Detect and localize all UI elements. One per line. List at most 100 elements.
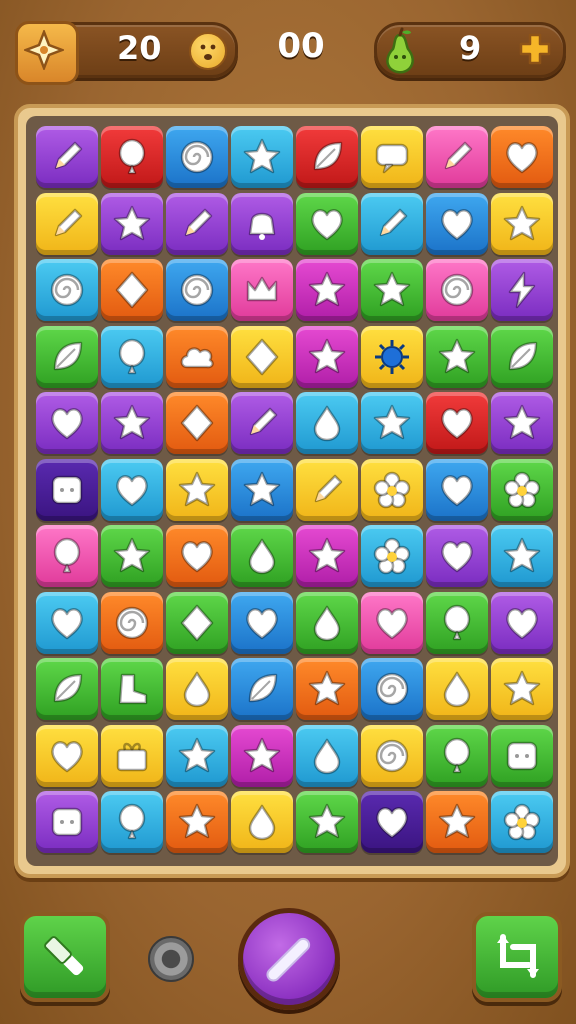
tile-yellow-star[interactable] xyxy=(491,658,553,720)
tile-magenta-star[interactable] xyxy=(296,525,358,587)
swap-tiles-button[interactable] xyxy=(472,912,562,1002)
tile-yellow-heart[interactable] xyxy=(36,724,98,787)
tile-blue-spiral[interactable] xyxy=(361,658,423,720)
tile-yellow-pencil[interactable] xyxy=(296,458,358,521)
tile-blue-heart[interactable] xyxy=(426,192,488,255)
tile-yellow-bubble[interactable] xyxy=(361,126,423,188)
tile-yellow-spiral[interactable] xyxy=(361,724,423,787)
tile-indigo-block[interactable] xyxy=(36,458,98,521)
tile-purple-star[interactable] xyxy=(491,392,553,454)
tile-red-leaf[interactable] xyxy=(296,126,358,188)
tile-red-heart[interactable] xyxy=(426,392,488,454)
tile-orange-diamond[interactable] xyxy=(101,259,163,321)
tile-green-diamond[interactable] xyxy=(166,591,228,654)
tile-cyan-flower[interactable] xyxy=(361,525,423,587)
tile-purple-star[interactable] xyxy=(101,192,163,255)
tile-cyan-drop[interactable] xyxy=(296,724,358,787)
tile-yellow-drop[interactable] xyxy=(426,658,488,720)
tile-orange-heart[interactable] xyxy=(491,126,553,188)
tile-purple-heart[interactable] xyxy=(426,525,488,587)
hammer-booster-button[interactable] xyxy=(20,912,110,1002)
tile-cyan-balloon[interactable] xyxy=(101,791,163,853)
tile-purple-star[interactable] xyxy=(101,392,163,454)
tile-green-block[interactable] xyxy=(491,724,553,787)
magic-wand-button[interactable] xyxy=(238,908,340,1010)
plus-icon[interactable] xyxy=(517,31,553,67)
tile-yellow-star[interactable] xyxy=(166,458,228,521)
tile-pink-balloon[interactable] xyxy=(36,525,98,587)
tile-blue-spiral[interactable] xyxy=(166,126,228,188)
tile-cyan-star[interactable] xyxy=(361,392,423,454)
tile-green-leaf[interactable] xyxy=(491,325,553,388)
tile-green-star[interactable] xyxy=(361,259,423,321)
tile-cyan-flower[interactable] xyxy=(491,791,553,853)
tile-cyan-drop[interactable] xyxy=(296,392,358,454)
tile-cyan-star[interactable] xyxy=(231,126,293,188)
tile-cyan-heart[interactable] xyxy=(101,458,163,521)
tile-blue-star[interactable] xyxy=(231,458,293,521)
cloud-icon xyxy=(180,346,214,368)
tile-green-flower[interactable] xyxy=(491,458,553,521)
tile-orange-star[interactable] xyxy=(426,791,488,853)
tile-purple-pencil[interactable] xyxy=(231,392,293,454)
tile-cyan-star[interactable] xyxy=(491,525,553,587)
tile-orange-star[interactable] xyxy=(166,791,228,853)
tile-cyan-spiral[interactable] xyxy=(36,259,98,321)
tile-purple-pencil[interactable] xyxy=(36,126,98,188)
tile-blue-spiral[interactable] xyxy=(166,259,228,321)
tile-yellow-diamond[interactable] xyxy=(231,325,293,388)
tile-purple-pencil[interactable] xyxy=(166,192,228,255)
star-icon xyxy=(503,670,541,706)
tile-magenta-star[interactable] xyxy=(231,724,293,787)
tile-pink-pencil[interactable] xyxy=(426,126,488,188)
tile-orange-spiral[interactable] xyxy=(101,591,163,654)
tile-blue-leaf[interactable] xyxy=(231,658,293,720)
tile-magenta-star[interactable] xyxy=(296,325,358,388)
tile-blue-heart[interactable] xyxy=(231,591,293,654)
tile-red-balloon[interactable] xyxy=(101,126,163,188)
tile-indigo-heart[interactable] xyxy=(361,791,423,853)
tile-cyan-heart[interactable] xyxy=(36,591,98,654)
tile-green-star[interactable] xyxy=(296,791,358,853)
tile-purple-bell[interactable] xyxy=(231,192,293,255)
tile-yellow-drop[interactable] xyxy=(166,658,228,720)
tile-purple-heart[interactable] xyxy=(491,591,553,654)
tile-purple-bolt[interactable] xyxy=(491,259,553,321)
heart-icon xyxy=(506,142,538,174)
tile-yellow-pencil[interactable] xyxy=(36,192,98,255)
tile-purple-block[interactable] xyxy=(36,791,98,853)
tile-orange-heart[interactable] xyxy=(166,525,228,587)
tile-green-leaf[interactable] xyxy=(36,658,98,720)
tile-green-leaf[interactable] xyxy=(36,325,98,388)
leaf-icon xyxy=(248,673,278,703)
tile-yellow-gift[interactable] xyxy=(101,724,163,787)
tile-pink-heart[interactable] xyxy=(361,591,423,654)
tile-yellow-flower[interactable] xyxy=(361,458,423,521)
tile-green-boot[interactable] xyxy=(101,658,163,720)
tile-pink-spiral[interactable] xyxy=(426,259,488,321)
star-icon xyxy=(308,670,346,706)
tile-green-balloon[interactable] xyxy=(426,724,488,787)
tile-cyan-balloon[interactable] xyxy=(101,325,163,388)
tile-purple-heart[interactable] xyxy=(36,392,98,454)
tile-green-heart[interactable] xyxy=(296,192,358,255)
tile-orange-diamond[interactable] xyxy=(166,392,228,454)
tile-yellow-drop[interactable] xyxy=(231,791,293,853)
tile-yellow-star[interactable] xyxy=(491,192,553,255)
tile-cyan-star[interactable] xyxy=(166,724,228,787)
tile-green-drop[interactable] xyxy=(296,591,358,654)
tile-yellow-sun[interactable] xyxy=(361,325,423,388)
spiral-icon xyxy=(440,273,474,307)
boot-icon xyxy=(118,673,148,705)
tile-green-drop[interactable] xyxy=(231,525,293,587)
tile-green-star[interactable] xyxy=(426,325,488,388)
tile-orange-star[interactable] xyxy=(296,658,358,720)
tile-green-balloon[interactable] xyxy=(426,591,488,654)
tile-green-star[interactable] xyxy=(101,525,163,587)
tile-magenta-star[interactable] xyxy=(296,259,358,321)
tile-blue-heart[interactable] xyxy=(426,458,488,521)
tile-pink-crown[interactable] xyxy=(231,259,293,321)
tile-orange-cloud[interactable] xyxy=(166,325,228,388)
tile-cyan-pencil[interactable] xyxy=(361,192,423,255)
leaf-icon xyxy=(508,341,538,370)
